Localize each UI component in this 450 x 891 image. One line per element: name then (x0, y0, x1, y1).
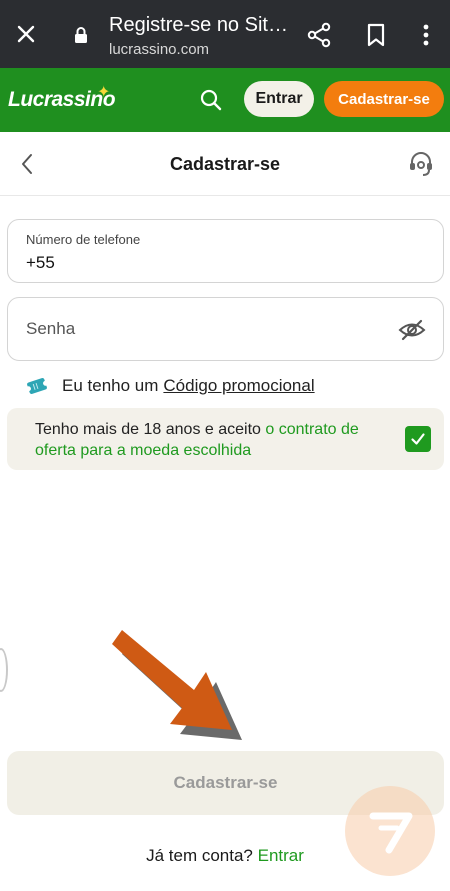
side-scroll-indicator (0, 648, 8, 692)
logo-star-icon: ✦ (97, 84, 111, 101)
login-link[interactable]: Entrar (258, 846, 304, 865)
login-prompt-text: Já tem conta? (146, 846, 253, 865)
login-prompt: Já tem conta? Entrar (0, 846, 450, 866)
terms-checkbox[interactable] (405, 426, 431, 452)
terms-agreement: Tenho mais de 18 anos e aceito o contrat… (7, 408, 444, 470)
checkmark-icon (411, 433, 425, 445)
eye-hidden-icon[interactable] (398, 318, 426, 342)
page-nav: Cadastrar-se (0, 132, 450, 196)
promo-code-row[interactable]: Eu tenho um Código promocional (26, 374, 315, 398)
site-header: Lucrassino ✦ Entrar Cadastrar-se (0, 68, 450, 132)
bookmark-icon[interactable] (364, 22, 388, 48)
browser-url[interactable]: lucrassino.com (109, 41, 209, 58)
close-icon[interactable] (14, 22, 38, 46)
browser-toolbar: Registre-se no Sit… lucrassino.com (0, 0, 450, 68)
share-icon[interactable] (306, 22, 332, 48)
phone-field-value[interactable]: +55 (26, 253, 55, 273)
lock-icon (75, 27, 87, 43)
search-icon[interactable] (199, 88, 223, 112)
phone-field-label: Número de telefone (26, 232, 141, 247)
more-menu-icon[interactable] (416, 22, 436, 48)
password-placeholder: Senha (26, 319, 76, 338)
ticket-icon (26, 378, 48, 394)
page-title: Cadastrar-se (169, 154, 281, 174)
terms-text: Tenho mais de 18 anos e aceito o contrat… (35, 419, 385, 461)
password-field[interactable]: Senha (7, 297, 444, 361)
terms-text-main: Tenho mais de 18 anos e aceito (35, 421, 261, 438)
phone-field[interactable]: Número de telefone +55 (7, 219, 444, 283)
login-button[interactable]: Entrar (244, 81, 314, 117)
register-header-button[interactable]: Cadastrar-se (324, 81, 444, 117)
promo-code-text: Eu tenho um (62, 376, 159, 395)
pointer-arrow-icon (112, 630, 242, 740)
support-headset-icon[interactable] (407, 150, 435, 178)
browser-tab-title: Registre-se no Sit… (109, 14, 288, 36)
promo-code-link[interactable]: Código promocional (163, 376, 314, 396)
